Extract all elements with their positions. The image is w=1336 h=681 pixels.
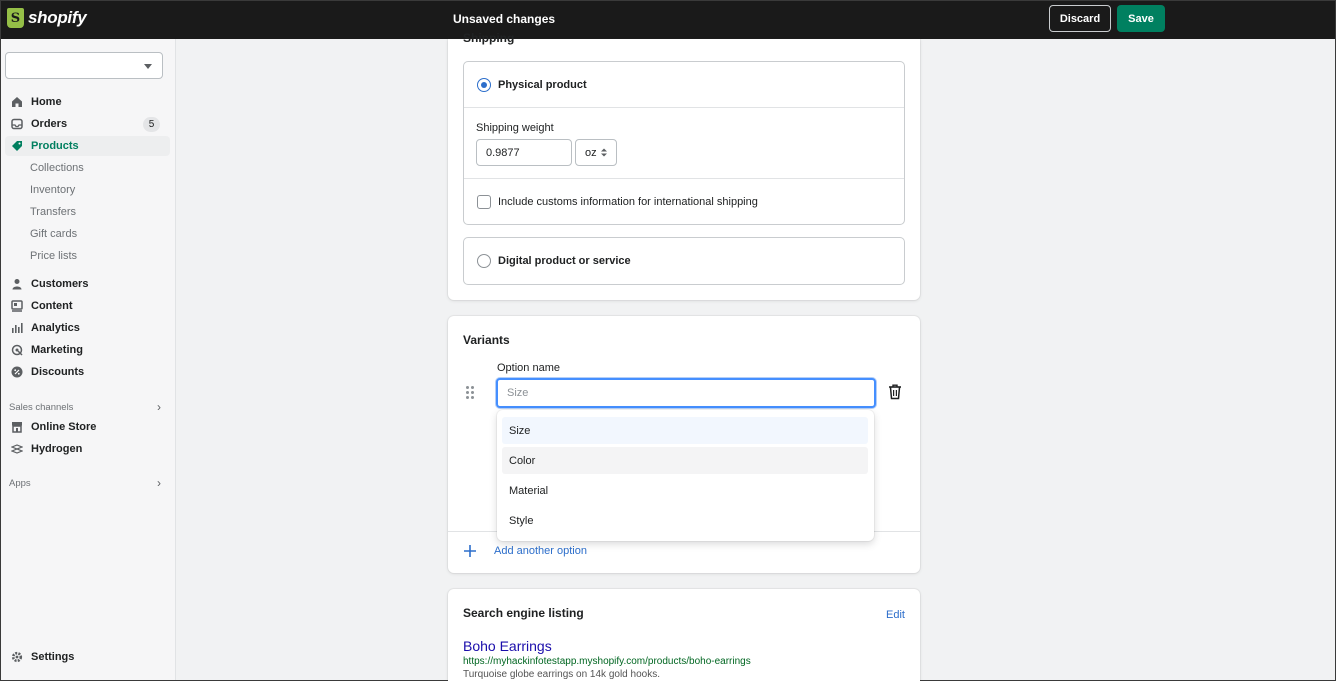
option-name-placeholder: Size <box>507 387 529 399</box>
customs-info-label[interactable]: Include customs information for internat… <box>498 196 758 208</box>
search-engine-listing-card: Search engine listing Edit Boho Earrings… <box>448 589 920 681</box>
digital-product-radio[interactable] <box>477 254 491 268</box>
apps-label: Apps <box>9 477 31 489</box>
shipping-card: Shipping Physical product Shipping weigh… <box>448 31 920 300</box>
trash-icon[interactable] <box>888 384 902 400</box>
save-button[interactable]: Save <box>1117 5 1165 32</box>
sidebar-item-label: Online Store <box>31 421 97 433</box>
seo-title: Search engine listing <box>463 606 584 620</box>
gear-icon <box>10 650 24 664</box>
physical-product-radio[interactable] <box>477 78 491 92</box>
option-name-label: Option name <box>497 362 560 374</box>
sidebar-item-label: Products <box>31 140 79 152</box>
store-icon <box>10 420 24 434</box>
target-icon <box>10 343 24 357</box>
shopify-logo[interactable]: S shopify <box>7 8 87 28</box>
weight-unit-select[interactable]: oz <box>575 139 617 166</box>
sidebar-subitem-transfers[interactable]: Transfers <box>30 203 76 221</box>
option-suggestions-dropdown: Size Color Material Style <box>497 410 874 541</box>
option-name-input[interactable]: Size <box>496 378 876 408</box>
sidebar-item-discounts[interactable]: Discounts <box>5 362 170 382</box>
sales-channels-label: Sales channels <box>9 401 74 413</box>
inbox-icon <box>10 117 24 131</box>
sidebar-item-label: Content <box>31 300 73 312</box>
hydrogen-icon <box>10 442 24 456</box>
seo-edit-link[interactable]: Edit <box>886 609 905 621</box>
sidebar-item-orders[interactable]: Orders 5 <box>5 114 170 134</box>
tag-icon <box>10 139 24 153</box>
digital-product-option: Digital product or service <box>463 237 905 285</box>
sidebar-item-label: Settings <box>31 651 75 663</box>
sidebar-item-home[interactable]: Home <box>5 92 170 112</box>
discard-button[interactable]: Discard <box>1049 5 1111 32</box>
sidebar-item-analytics[interactable]: Analytics <box>5 318 170 338</box>
shipping-title: Shipping <box>463 31 515 45</box>
chevron-right-icon: › <box>157 400 161 414</box>
seo-preview-description: Turquoise globe earrings on 14k gold hoo… <box>463 669 660 680</box>
select-arrows-icon <box>600 148 607 157</box>
divider <box>464 107 904 108</box>
sidebar-item-label: Orders <box>31 118 68 130</box>
suggestion-material[interactable]: Material <box>502 477 868 504</box>
divider <box>464 178 904 179</box>
sidebar-item-label: Hydrogen <box>31 443 83 455</box>
sidebar-item-label: Customers <box>31 278 89 290</box>
seo-preview-title: Boho Earrings <box>463 638 552 654</box>
sidebar-item-label: Home <box>31 96 62 108</box>
weight-unit-value: oz <box>585 146 597 159</box>
sidebar-subitem-inventory[interactable]: Inventory <box>30 181 75 199</box>
store-selector[interactable] <box>5 52 163 79</box>
sidebar-item-online-store[interactable]: Online Store <box>5 417 170 437</box>
add-another-option-label: Add another option <box>494 545 587 557</box>
sidebar-item-content[interactable]: Content <box>5 296 170 316</box>
variants-title: Variants <box>463 333 510 347</box>
seo-preview-url: https://myhackinfotestapp.myshopify.com/… <box>463 656 751 667</box>
sidebar: Home Orders 5 Products Collections Inven… <box>1 39 176 680</box>
person-icon <box>10 277 24 291</box>
suggestion-style[interactable]: Style <box>502 507 868 534</box>
sidebar-subitem-collections[interactable]: Collections <box>30 159 84 177</box>
drag-handle-icon[interactable] <box>466 386 476 400</box>
sidebar-item-settings[interactable]: Settings <box>5 647 170 667</box>
orders-count-badge: 5 <box>143 117 160 132</box>
sidebar-item-label: Marketing <box>31 344 83 356</box>
content-icon <box>10 299 24 313</box>
discount-icon <box>10 365 24 379</box>
sidebar-item-products[interactable]: Products <box>5 136 170 156</box>
apps-header[interactable]: Apps › <box>9 476 161 490</box>
suggestion-color[interactable]: Color <box>502 447 868 474</box>
shipping-weight-input[interactable]: 0.9877 <box>476 139 572 166</box>
sidebar-item-label: Discounts <box>31 366 85 378</box>
logo-text: shopify <box>28 8 87 27</box>
bar-chart-icon <box>10 321 24 335</box>
digital-product-label[interactable]: Digital product or service <box>498 255 631 267</box>
customs-info-checkbox[interactable] <box>477 195 491 209</box>
caret-down-icon <box>144 64 152 69</box>
physical-product-label[interactable]: Physical product <box>498 79 587 91</box>
sidebar-subitem-price-lists[interactable]: Price lists <box>30 247 77 265</box>
physical-product-option: Physical product Shipping weight 0.9877 … <box>463 61 905 225</box>
shopify-bag-icon: S <box>7 8 24 28</box>
chevron-right-icon: › <box>157 476 161 490</box>
suggestion-size[interactable]: Size <box>502 417 868 444</box>
add-another-option-button[interactable]: Add another option <box>463 544 587 558</box>
sidebar-item-customers[interactable]: Customers <box>5 274 170 294</box>
sidebar-item-hydrogen[interactable]: Hydrogen <box>5 439 170 459</box>
sales-channels-header[interactable]: Sales channels › <box>9 400 161 414</box>
home-icon <box>10 95 24 109</box>
unsaved-changes-label: Unsaved changes <box>453 12 556 26</box>
sidebar-item-label: Analytics <box>31 322 80 334</box>
sidebar-subitem-gift-cards[interactable]: Gift cards <box>30 225 77 243</box>
shipping-weight-value: 0.9877 <box>486 146 520 159</box>
top-bar: S shopify Unsaved changes Discard Save <box>1 1 1335 39</box>
shipping-weight-label: Shipping weight <box>476 122 554 134</box>
sidebar-item-marketing[interactable]: Marketing <box>5 340 170 360</box>
plus-icon <box>464 545 476 557</box>
